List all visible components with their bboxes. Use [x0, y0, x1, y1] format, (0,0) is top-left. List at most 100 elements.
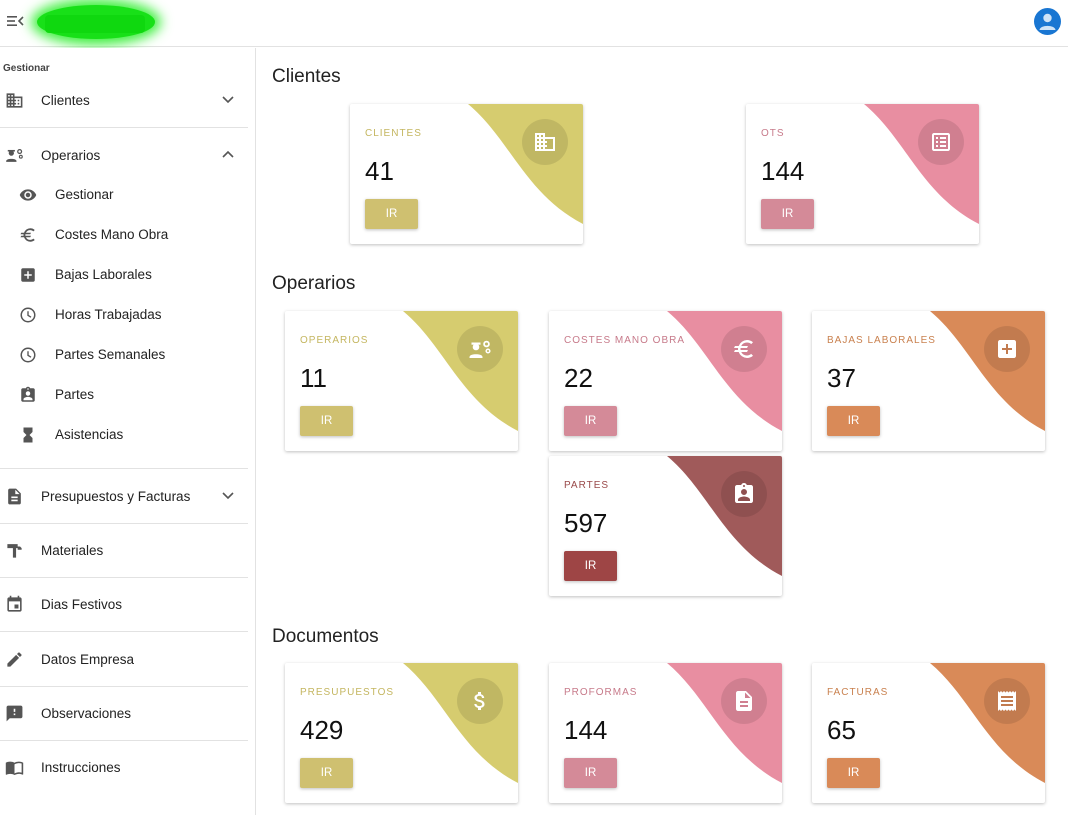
sidebar-item-costes-mano-obra[interactable]: Costes Mano Obra: [0, 218, 248, 252]
card-label: OTS: [761, 128, 785, 139]
sidebar-item-clientes[interactable]: Clientes: [0, 82, 248, 118]
sidebar-item-label: Partes Semanales: [55, 347, 166, 362]
logo: [37, 5, 155, 39]
go-button[interactable]: IR: [365, 199, 418, 229]
sidebar-item-label: Presupuestos y Facturas: [41, 488, 191, 504]
building-icon: [522, 119, 568, 165]
card-bajas: BAJAS LABORALES 37 IR: [812, 311, 1045, 451]
sidebar-item-label: Datos Empresa: [41, 651, 135, 667]
sidebar-item-materiales[interactable]: Materiales: [0, 532, 248, 568]
go-button[interactable]: IR: [827, 758, 880, 788]
card-label: COSTES MANO OBRA: [564, 335, 686, 346]
sidebar-item-asistencias[interactable]: Asistencias: [0, 418, 248, 452]
document-icon: [8, 488, 21, 505]
sidebar-item-label: Clientes: [41, 92, 90, 108]
card-proformas: PROFORMAS 144 IR: [549, 663, 782, 803]
card-label: FACTURAS: [827, 687, 889, 698]
pencil-icon: [7, 652, 22, 667]
building-icon: [6, 93, 23, 108]
sidebar-item-label: Operarios: [41, 147, 101, 163]
sidebar-item-presupuestos-facturas[interactable]: Presupuestos y Facturas: [0, 478, 248, 514]
card-presupuestos: PRESUPUESTOS 429 IR: [285, 663, 518, 803]
calendar-icon: [7, 595, 22, 612]
card-costes: COSTES MANO OBRA 22 IR: [549, 311, 782, 451]
sidebar-item-instrucciones[interactable]: Instrucciones: [0, 749, 248, 785]
receipt-icon: [984, 678, 1030, 724]
sidebar-item-label: Costes Mano Obra: [55, 227, 169, 242]
card-label: PROFORMAS: [564, 687, 638, 698]
card-label: PARTES: [564, 480, 610, 491]
sidebar-item-partes[interactable]: Partes: [0, 378, 248, 412]
card-clientes: CLIENTES 41 IR: [350, 104, 583, 244]
card-label: OPERARIOS: [300, 335, 369, 346]
hammer-icon: [7, 544, 22, 558]
go-button[interactable]: IR: [300, 406, 353, 436]
card-operarios: OPERARIOS 11 IR: [285, 311, 518, 451]
euro-icon: [20, 228, 35, 242]
card-value: 11: [300, 363, 327, 393]
card-label: PRESUPUESTOS: [300, 687, 395, 698]
sidebar-item-label: Gestionar: [55, 187, 114, 202]
go-button[interactable]: IR: [564, 406, 617, 436]
sidebar-item-label: Instrucciones: [41, 759, 121, 775]
sidebar-item-operarios[interactable]: Operarios: [0, 137, 248, 173]
go-button[interactable]: IR: [564, 551, 617, 581]
feedback-icon: [6, 705, 23, 722]
menu-open-icon[interactable]: [7, 13, 25, 29]
card-value: 65: [827, 715, 856, 745]
worker-gears-icon: [6, 149, 23, 162]
account-icon[interactable]: [1034, 8, 1061, 35]
sidebar-item-gestionar[interactable]: Gestionar: [0, 178, 248, 212]
section-title-documentos: Documentos: [272, 626, 379, 647]
card-value: 144: [564, 715, 608, 745]
section-title-clientes: Clientes: [272, 66, 341, 87]
dollar-icon: [457, 678, 503, 724]
go-button[interactable]: IR: [827, 406, 880, 436]
sidebar-item-label: Materiales: [41, 542, 104, 558]
sidebar-item-label: Asistencias: [55, 427, 124, 442]
book-icon: [5, 761, 24, 776]
chevron-up-icon: [222, 150, 234, 158]
badge-icon: [721, 471, 767, 517]
sidebar-item-label: Observaciones: [41, 705, 132, 721]
sidebar: Gestionar Clientes Operarios Gestionar C…: [0, 48, 256, 815]
clock-icon: [20, 347, 36, 363]
sidebar-item-observaciones[interactable]: Observaciones: [0, 695, 248, 731]
card-value: 22: [564, 363, 593, 393]
medical-plus-icon: [984, 326, 1030, 372]
sidebar-item-bajas-laborales[interactable]: Bajas Laborales: [0, 258, 248, 292]
sidebar-item-datos-empresa[interactable]: Datos Empresa: [0, 641, 248, 677]
card-ots: OTS 144 IR: [746, 104, 979, 244]
card-facturas: FACTURAS 65 IR: [812, 663, 1045, 803]
document-icon: [721, 678, 767, 724]
card-value: 597: [564, 508, 608, 538]
card-partes: PARTES 597 IR: [549, 456, 782, 596]
list-icon: [918, 119, 964, 165]
sidebar-heading: Gestionar: [3, 63, 50, 74]
card-label: BAJAS LABORALES: [827, 335, 936, 346]
eye-icon: [19, 189, 37, 201]
sidebar-item-dias-festivos[interactable]: Dias Festivos: [0, 586, 248, 622]
chevron-down-icon: [222, 96, 234, 104]
sidebar-item-partes-semanales[interactable]: Partes Semanales: [0, 338, 248, 372]
go-button[interactable]: IR: [761, 199, 814, 229]
top-bar: [0, 0, 1068, 47]
chevron-down-icon: [222, 492, 234, 500]
clock-icon: [20, 307, 36, 323]
sidebar-item-horas-trabajadas[interactable]: Horas Trabajadas: [0, 298, 248, 332]
sidebar-item-label: Horas Trabajadas: [55, 307, 162, 322]
worker-gears-icon: [457, 326, 503, 372]
card-value: 37: [827, 363, 856, 393]
card-value: 429: [300, 715, 344, 745]
card-label: CLIENTES: [365, 128, 422, 139]
euro-icon: [721, 326, 767, 372]
badge-icon: [21, 386, 35, 402]
sidebar-item-label: Bajas Laborales: [55, 267, 152, 282]
go-button[interactable]: IR: [564, 758, 617, 788]
card-value: 41: [365, 156, 394, 186]
section-title-operarios: Operarios: [272, 273, 356, 294]
hourglass-icon: [23, 427, 33, 443]
card-value: 144: [761, 156, 805, 186]
go-button[interactable]: IR: [300, 758, 353, 788]
sidebar-item-label: Dias Festivos: [41, 596, 123, 612]
